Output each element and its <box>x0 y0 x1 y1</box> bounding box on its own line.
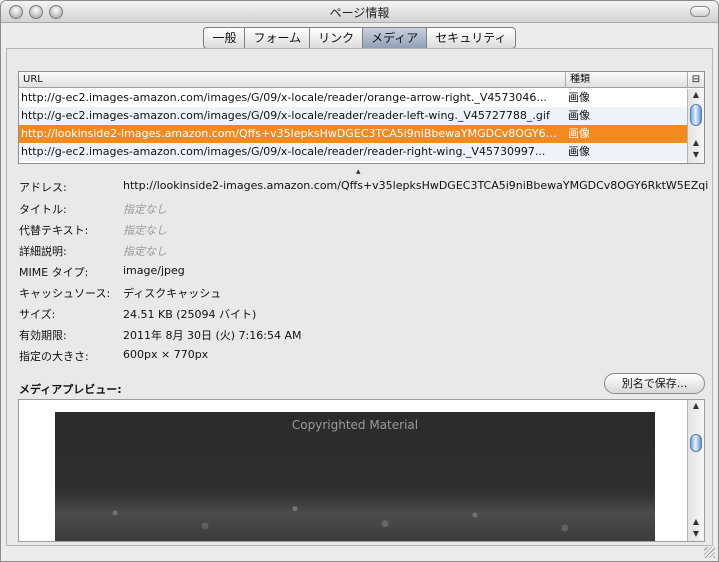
media-list-row[interactable]: http://g-ec2.images-amazon.com/images/G/… <box>19 143 688 161</box>
save-as-button[interactable]: 別名で保存... <box>604 373 705 394</box>
column-picker-icon[interactable]: ⊟ <box>687 72 704 88</box>
media-url: http://lookinside2-images.amazon.com/Qff… <box>21 127 563 140</box>
property-label: 代替テキスト: <box>19 224 89 237</box>
property-row: タイトル: 指定なし <box>19 201 709 219</box>
media-list-row[interactable]: http://g-ec2.images-amazon.com/images/G/… <box>19 89 688 107</box>
property-label: キャッシュソース: <box>19 287 111 300</box>
property-label: アドレス: <box>19 181 67 194</box>
property-label: サイズ: <box>19 308 56 321</box>
media-type: 画像 <box>568 145 590 158</box>
media-panel: URL 種類 ⊟ http://g-ec2.images-amazon.com/… <box>6 48 713 546</box>
media-type: 画像 <box>568 91 590 104</box>
property-label: 有効期限: <box>19 329 67 342</box>
property-value: 指定なし <box>123 224 167 237</box>
property-value: 指定なし <box>123 245 167 258</box>
column-header-type[interactable]: 種類 <box>565 72 687 88</box>
property-value: 2011年 8月 30日 (火) 7:16:54 AM <box>123 329 302 342</box>
tab-3[interactable]: メディア <box>362 27 427 49</box>
preview-scrollbar[interactable]: ▲ ▲ ▼ <box>687 400 704 541</box>
property-row: サイズ: 24.51 KB (25094 バイト) <box>19 306 709 324</box>
preview-watermark: Copyrighted Material <box>291 418 419 432</box>
scroll-down-arrow-icon[interactable]: ▼ <box>688 528 704 540</box>
property-row: 詳細説明: 指定なし <box>19 243 709 261</box>
page-info-window: ページ情報 一般 フォーム リンク メディア セキュリティ URL 種類 ⊟ http:… <box>0 0 719 562</box>
property-value: 600px × 770px <box>123 348 209 361</box>
property-label: 詳細説明: <box>19 245 67 258</box>
media-list-scrollbar[interactable]: ▲ ▲ ▼ <box>687 89 704 163</box>
property-row: キャッシュソース: ディスクキャッシュ <box>19 285 709 303</box>
property-value: image/jpeg <box>123 264 185 277</box>
scroll-thumb[interactable] <box>690 104 702 126</box>
media-list-row[interactable]: http://lookinside2-images.amazon.com/Qff… <box>19 125 688 143</box>
property-value[interactable]: http://lookinside2-images.amazon.com/Qff… <box>123 179 709 192</box>
property-label: MIME タイプ: <box>19 266 89 279</box>
property-label: タイトル: <box>19 203 67 216</box>
tab-1[interactable]: フォーム <box>244 27 310 49</box>
media-type: 画像 <box>568 109 590 122</box>
property-row: 代替テキスト: 指定なし <box>19 222 709 240</box>
title-bar[interactable]: ページ情報 <box>1 1 718 23</box>
scroll-up-arrow-icon[interactable]: ▲ <box>688 516 704 528</box>
media-type: 画像 <box>568 127 590 140</box>
scroll-thumb[interactable] <box>690 434 702 452</box>
tab-0[interactable]: 一般 <box>203 27 245 49</box>
scroll-down-arrow-icon[interactable]: ▼ <box>688 149 704 161</box>
preview-image: Copyrighted Material <box>55 412 655 541</box>
scroll-up-arrow-icon[interactable]: ▲ <box>688 89 704 101</box>
property-value: 24.51 KB (25094 バイト) <box>123 308 257 321</box>
property-row: MIME タイプ: image/jpeg <box>19 264 709 282</box>
media-url: http://g-ec2.images-amazon.com/images/G/… <box>21 109 550 122</box>
scroll-up-arrow-icon[interactable]: ▲ <box>688 400 704 412</box>
media-preview: Copyrighted Material ▲ ▲ ▼ <box>18 399 705 542</box>
property-label: 指定の大きさ: <box>19 350 89 363</box>
property-row: アドレス: http://lookinside2-images.amazon.co… <box>19 179 709 197</box>
scroll-up-arrow-icon[interactable]: ▲ <box>688 137 704 149</box>
property-value: ディスクキャッシュ <box>123 287 222 300</box>
property-row: 有効期限: 2011年 8月 30日 (火) 7:16:54 AM <box>19 327 709 345</box>
tab-4[interactable]: セキュリティ <box>426 27 516 49</box>
media-list[interactable]: URL 種類 ⊟ http://g-ec2.images-amazon.com/… <box>18 71 705 164</box>
property-row: 指定の大きさ: 600px × 770px <box>19 348 709 366</box>
media-list-header: URL 種類 ⊟ <box>19 72 704 88</box>
media-preview-label: メディアプレビュー: <box>19 383 122 396</box>
media-url: http://g-ec2.images-amazon.com/images/G/… <box>21 91 547 104</box>
preview-texture <box>55 500 655 541</box>
property-value: 指定なし <box>123 203 167 216</box>
splitter-grip-icon[interactable]: ▴ <box>356 167 361 177</box>
resize-grip-icon[interactable] <box>704 547 715 558</box>
window-title: ページ情報 <box>329 6 390 20</box>
tab-2[interactable]: リンク <box>309 27 363 49</box>
column-header-url[interactable]: URL <box>23 72 43 87</box>
media-url: http://g-ec2.images-amazon.com/images/G/… <box>21 145 546 158</box>
toolbar-toggle-button[interactable] <box>690 6 710 17</box>
media-list-row[interactable]: http://g-ec2.images-amazon.com/images/G/… <box>19 107 688 125</box>
